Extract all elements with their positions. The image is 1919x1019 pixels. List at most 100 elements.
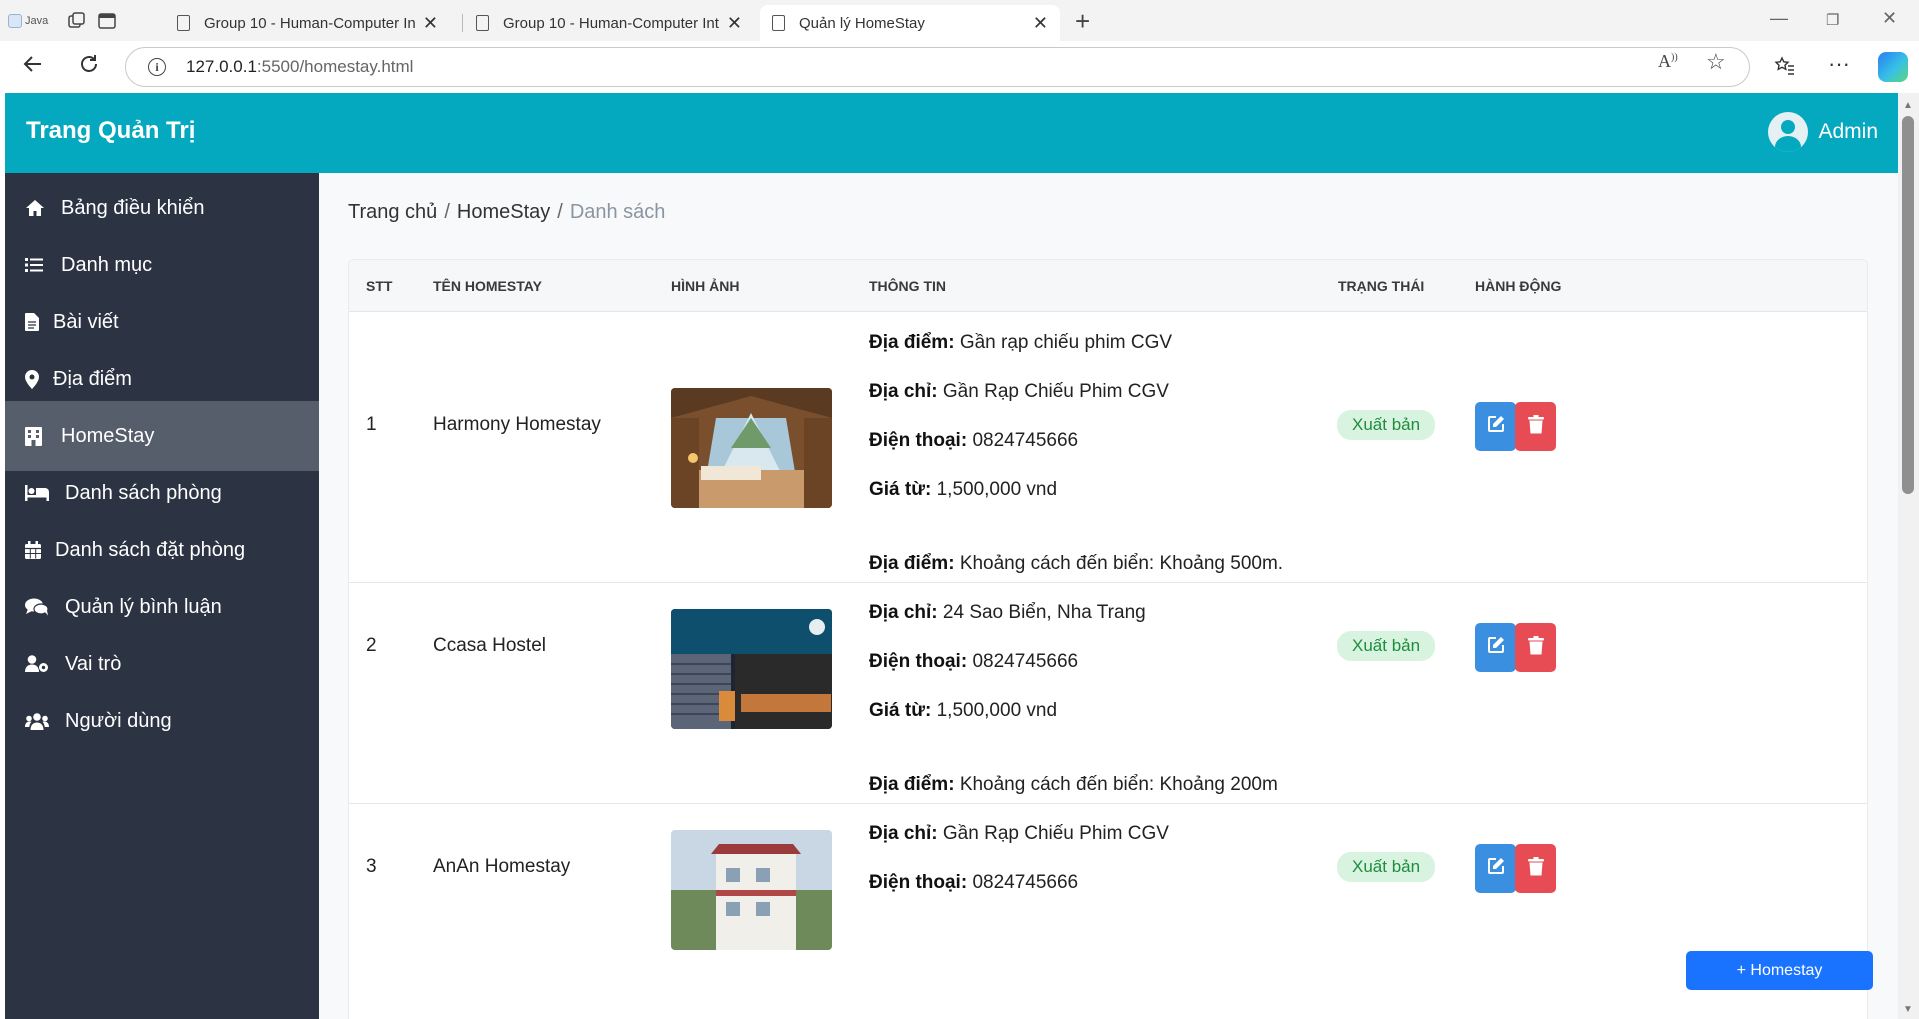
close-tab-icon[interactable]: ✕ (727, 13, 742, 34)
location-value: Khoảng cách đến biển: Khoảng 200m (959, 774, 1278, 795)
browser-tab-active[interactable]: Quản lý HomeStay ✕ (760, 5, 1060, 41)
homestay-thumbnail (671, 609, 832, 729)
location-label: Địa điểm: (869, 332, 955, 353)
row-name: Ccasa Hostel (433, 635, 546, 656)
favorite-star-icon[interactable]: ☆ (1706, 49, 1726, 75)
workspaces-icon[interactable] (66, 10, 88, 32)
row-name: AnAn Homestay (433, 856, 571, 877)
pinned-tab[interactable]: Java (8, 8, 52, 34)
delete-button[interactable] (1515, 402, 1556, 451)
sidebar-item-label: Quản lý bình luận (65, 595, 222, 618)
scroll-up-arrow-icon[interactable]: ▲ (1903, 100, 1913, 111)
row-address: Địa chỉ: Gần Rạp Chiếu Phim CGV (869, 381, 1169, 403)
sidebar-item-label: Người dùng (65, 709, 172, 732)
edit-button[interactable] (1475, 402, 1516, 451)
address-value: Gần Rạp Chiếu Phim CGV (942, 381, 1169, 402)
main-content: Trang chủ / HomeStay / Danh sách STT TÊN HOM… (319, 173, 1898, 1019)
browser-tab-1[interactable]: Group 10 - Human-Computer Inte ✕ (165, 5, 450, 41)
row-location: Địa điểm: Gần rạp chiếu phim CGV (869, 332, 1172, 354)
tab-actions-icon[interactable] (96, 10, 118, 32)
tab-title: Group 10 - Human-Computer Inte (503, 14, 719, 32)
location-value: Gần rạp chiếu phim CGV (959, 332, 1173, 353)
more-menu-icon[interactable]: ··· (1828, 51, 1850, 77)
row-phone: Điện thoại: 0824745666 (869, 430, 1078, 452)
scrollbar-thumb[interactable] (1902, 116, 1914, 494)
breadcrumb-current: Danh sách (569, 201, 666, 223)
status-badge: Xuất bản (1337, 631, 1436, 661)
edit-icon (1486, 856, 1506, 881)
homestay-table: STT TÊN HOMESTAY HÌNH ẢNH THÔNG TIN TRẠN… (348, 259, 1868, 1019)
user-name: Admin (1818, 120, 1878, 143)
url-path: :5500/homestay.html (256, 57, 414, 76)
page-viewport: Trang Quản Trị Admin Bảng điều khiển Dan… (5, 93, 1898, 1019)
site-info-icon[interactable]: i (148, 58, 166, 76)
back-arrow-icon[interactable] (22, 53, 44, 82)
tab-title: Quản lý HomeStay (799, 14, 925, 32)
row-location: Địa điểm: Khoảng cách đến biển: Khoảng 2… (869, 774, 1278, 796)
column-header-info: THÔNG TIN (869, 278, 946, 294)
close-tab-icon[interactable]: ✕ (423, 13, 438, 34)
calendar-icon (25, 541, 43, 559)
url-field[interactable]: i 127.0.0.1:5500/homestay.html (125, 47, 1750, 87)
new-tab-icon[interactable]: + (1075, 6, 1090, 37)
window-close-icon[interactable]: ✕ (1882, 8, 1897, 29)
row-phone: Điện thoại: 0824745666 (869, 651, 1078, 673)
scroll-down-arrow-icon[interactable]: ▼ (1903, 1004, 1913, 1015)
trash-icon (1527, 414, 1544, 439)
delete-button[interactable] (1515, 623, 1556, 672)
breadcrumb-section[interactable]: HomeStay (457, 201, 550, 223)
column-header-image: HÌNH ẢNH (671, 278, 740, 294)
user-cog-icon (25, 655, 53, 673)
edit-button[interactable] (1475, 844, 1516, 893)
column-header-actions: HÀNH ĐỘNG (1475, 278, 1562, 294)
price-label: Giá từ: (869, 479, 932, 500)
url-text: 127.0.0.1:5500/homestay.html (186, 57, 413, 77)
address-label: Địa chỉ: (869, 602, 938, 623)
file-icon (25, 313, 41, 331)
breadcrumb-home[interactable]: Trang chủ (348, 201, 437, 223)
sidebar-item-label: HomeStay (61, 424, 155, 447)
sidebar-item-label: Danh sách đặt phòng (55, 538, 246, 561)
tab-separator (462, 14, 463, 32)
user-avatar-icon (1768, 112, 1809, 152)
sidebar-item-label: Địa điểm (53, 367, 132, 390)
delete-button[interactable] (1515, 844, 1556, 893)
sidebar-item-users[interactable]: Người dùng (5, 686, 319, 756)
breadcrumb: Trang chủ / HomeStay / Danh sách (348, 201, 666, 223)
tab-title: Group 10 - Human-Computer Inte (204, 14, 415, 32)
row-address: Địa chỉ: 24 Sao Biển, Nha Trang (869, 602, 1146, 624)
row-location: Địa điểm: Khoảng cách đến biển: Khoảng 5… (869, 553, 1283, 575)
status-badge: Xuất bản (1337, 410, 1436, 440)
restore-icon[interactable]: ❐ (1826, 11, 1839, 29)
sidebar-item-label: Danh sách phòng (65, 481, 222, 504)
row-stt: 2 (366, 635, 377, 656)
row-name: Harmony Homestay (433, 414, 601, 435)
document-icon (177, 15, 190, 31)
browser-tab-2[interactable]: Group 10 - Human-Computer Inte ✕ (464, 5, 754, 41)
user-menu[interactable]: Admin (1768, 112, 1878, 152)
column-header-name: TÊN HOMESTAY (433, 278, 542, 294)
map-pin-icon (25, 369, 41, 389)
users-icon (25, 712, 53, 730)
edit-button[interactable] (1475, 623, 1516, 672)
table-header: STT TÊN HOMESTAY HÌNH ẢNH THÔNG TIN TRẠN… (349, 260, 1867, 312)
copilot-icon[interactable] (1878, 52, 1908, 82)
homestay-thumbnail (671, 830, 832, 950)
minimize-icon[interactable]: — (1770, 8, 1788, 29)
table-row: 3 AnAn Homestay Địa điểm: Khoảng cách đế… (349, 754, 1867, 1019)
reload-icon[interactable] (78, 53, 100, 82)
close-tab-icon[interactable]: ✕ (1033, 13, 1048, 34)
sidebar-item-label: Danh mục (61, 253, 153, 276)
favorites-icon[interactable] (1774, 55, 1796, 83)
trash-icon (1527, 856, 1544, 881)
phone-label: Điện thoại: (869, 872, 968, 893)
sidebar-item-label: Bài viết (53, 310, 119, 333)
brand-title[interactable]: Trang Quản Trị (26, 117, 195, 145)
read-aloud-icon[interactable]: A)) (1658, 51, 1678, 72)
sidebar: Bảng điều khiển Danh mục Bài viết Địa đi… (5, 173, 319, 1019)
building-icon (25, 426, 49, 446)
phone-label: Điện thoại: (869, 430, 968, 451)
home-icon (25, 199, 49, 217)
add-homestay-button[interactable]: + Homestay (1686, 951, 1873, 990)
row-price: Giá từ: 1,500,000 vnd (869, 700, 1057, 722)
